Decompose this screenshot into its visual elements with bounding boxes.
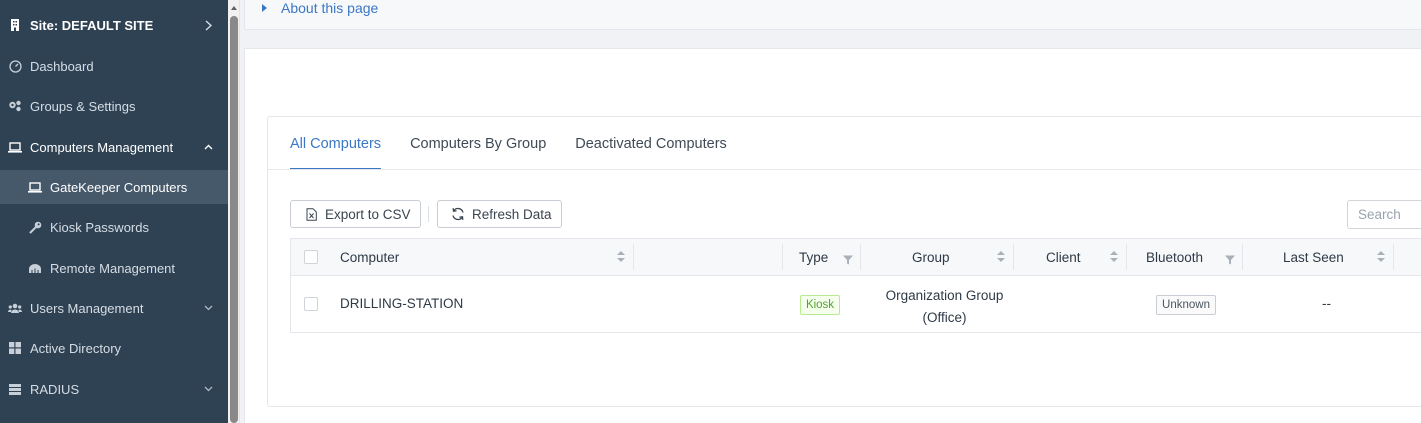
sidebar-item-computers-management[interactable]: Computers Management (0, 127, 228, 167)
column-header-type[interactable]: Type (799, 238, 828, 276)
search-input[interactable]: Search (1347, 200, 1421, 229)
chevron-down-icon (202, 386, 214, 392)
column-header-bluetooth[interactable]: Bluetooth (1146, 238, 1203, 276)
cell-group: Organization Group (Office) (862, 285, 1027, 329)
refresh-label: Refresh Data (472, 206, 552, 222)
chevron-right-icon (202, 19, 214, 31)
laptop-icon (8, 140, 22, 154)
sidebar-item-dashboard[interactable]: Dashboard (0, 46, 228, 86)
sidebar-item-gatekeeper-computers[interactable]: GateKeeper Computers (0, 170, 228, 204)
users-icon (8, 301, 22, 315)
column-header-last-seen[interactable]: Last Seen (1283, 238, 1344, 276)
sidebar-item-label: Remote Management (50, 260, 176, 276)
sort-icon[interactable] (1110, 251, 1118, 263)
sidebar: Site: DEFAULT SITE Dashboard Groups & Se… (0, 0, 228, 423)
tab-bar: All Computers Computers By Group Deactiv… (290, 131, 756, 170)
gears-icon (8, 99, 22, 113)
tab-all-computers[interactable]: All Computers (290, 131, 382, 170)
column-divider (860, 244, 861, 270)
column-divider (633, 244, 634, 270)
column-divider (1013, 244, 1014, 270)
about-panel (244, 0, 1421, 30)
column-header-computer[interactable]: Computer (340, 238, 399, 276)
column-header-client[interactable]: Client (1046, 238, 1081, 276)
dashboard-gauge-icon (8, 59, 22, 73)
chevron-down-icon (202, 305, 214, 311)
sidebar-item-active-directory[interactable]: Active Directory (0, 328, 228, 368)
cell-computer-name[interactable]: DRILLING-STATION (340, 296, 463, 311)
sidebar-item-label: Computers Management (30, 139, 174, 155)
select-all-checkbox[interactable] (304, 250, 318, 264)
sidebar-scrollbar[interactable] (228, 0, 240, 423)
toolbar-divider (428, 206, 429, 222)
laptop-icon (28, 180, 42, 194)
column-divider (1393, 244, 1394, 270)
scrollbar-thumb[interactable] (230, 16, 238, 423)
sidebar-item-kiosk-passwords[interactable]: Kiosk Passwords (0, 207, 228, 247)
cell-last-seen: -- (1322, 296, 1331, 311)
export-csv-button[interactable]: Export to CSV (290, 200, 421, 228)
sidebar-item-groups-settings[interactable]: Groups & Settings (0, 86, 228, 126)
sort-icon[interactable] (1377, 251, 1385, 263)
key-icon (28, 220, 42, 234)
sort-icon[interactable] (617, 251, 625, 263)
refresh-icon (451, 207, 465, 221)
about-this-page-toggle[interactable]: About this page (262, 0, 378, 16)
about-label: About this page (281, 0, 379, 16)
sidebar-item-label: Groups & Settings (30, 98, 136, 114)
group-line-1: Organization Group (885, 288, 1004, 303)
row-select-checkbox[interactable] (304, 297, 318, 311)
column-divider (1126, 244, 1127, 270)
refresh-data-button[interactable]: Refresh Data (437, 200, 562, 228)
sidebar-item-label: GateKeeper Computers (50, 179, 188, 195)
sidebar-item-label: Users Management (30, 300, 144, 316)
bluetooth-status-badge: Unknown (1156, 295, 1216, 315)
sidebar-item-remote-management[interactable]: Remote Management (0, 248, 228, 288)
tab-deactivated-computers[interactable]: Deactivated Computers (575, 131, 727, 170)
site-selector[interactable]: Site: DEFAULT SITE (0, 5, 228, 45)
scroll-up-arrow-icon[interactable] (231, 6, 237, 10)
filter-icon[interactable] (843, 252, 853, 265)
windows-icon (8, 341, 22, 355)
sidebar-item-label: Active Directory (30, 340, 122, 356)
sidebar-item-users-management[interactable]: Users Management (0, 288, 228, 328)
sidebar-item-label: Dashboard (30, 58, 94, 74)
column-header-group[interactable]: Group (912, 238, 950, 276)
file-excel-icon (304, 207, 318, 221)
column-divider (1242, 244, 1243, 270)
group-line-2: (Office) (922, 310, 967, 325)
sidebar-item-label: Kiosk Passwords (50, 219, 149, 235)
caret-right-icon (262, 4, 267, 12)
type-badge: Kiosk (800, 295, 840, 315)
chevron-up-icon (202, 144, 214, 150)
column-divider (782, 244, 783, 270)
site-label: Site: DEFAULT SITE (30, 17, 154, 33)
remote-icon (28, 261, 42, 275)
building-icon (8, 18, 22, 32)
tabs-divider (268, 169, 1421, 170)
server-icon (8, 382, 22, 396)
sidebar-item-label: RADIUS (30, 381, 80, 397)
sidebar-item-radius[interactable]: RADIUS (0, 369, 228, 409)
export-label: Export to CSV (325, 206, 411, 222)
filter-icon[interactable] (1225, 252, 1235, 265)
tab-computers-by-group[interactable]: Computers By Group (410, 131, 546, 170)
table-header (290, 238, 1421, 276)
sort-icon[interactable] (997, 251, 1005, 263)
